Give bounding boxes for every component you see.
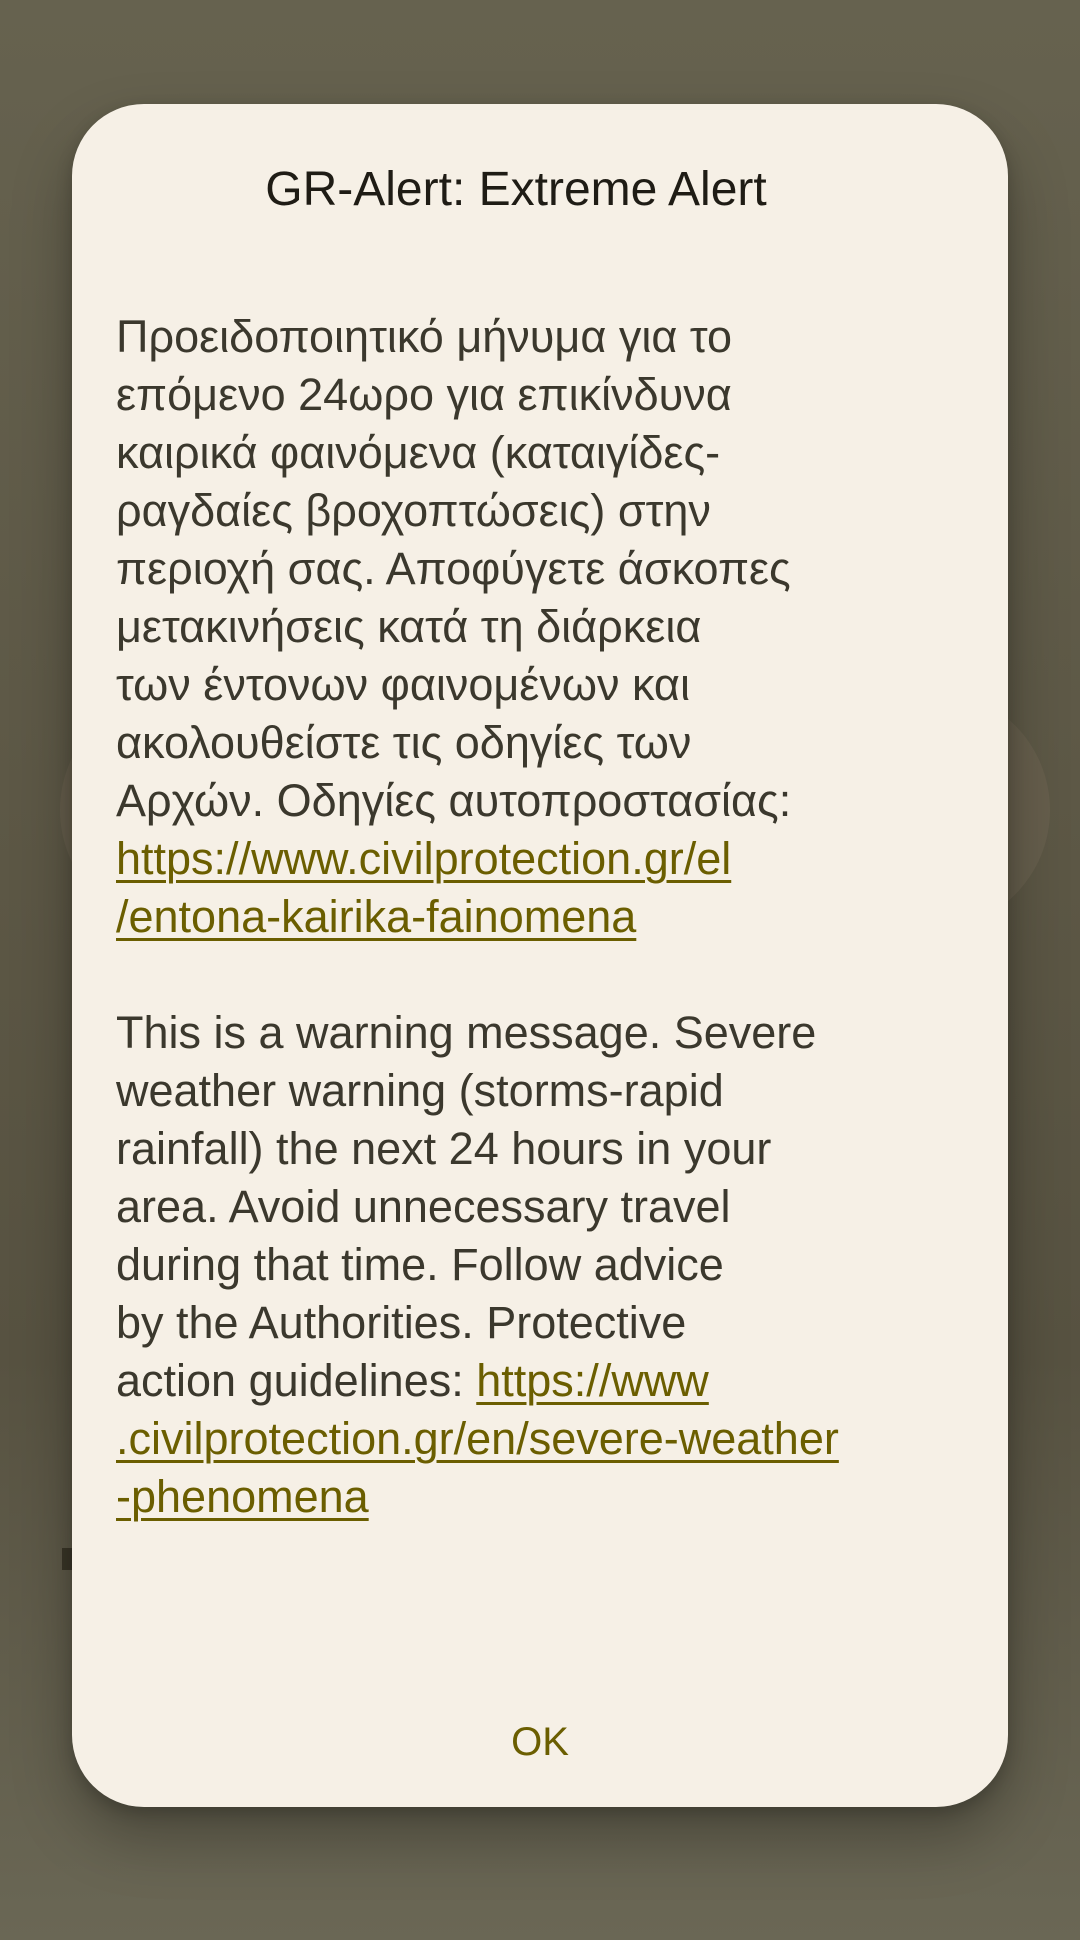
english-message-line: during that time. Follow advice xyxy=(116,1239,724,1290)
english-message-line: area. Avoid unnecessary travel xyxy=(116,1181,731,1232)
greek-message-line: Αρχών. Οδηγίες αυτοπροστασίας: xyxy=(116,775,792,826)
english-alert-message: This is a warning message. Severe weathe… xyxy=(116,1004,952,1532)
dialog-title: GR-Alert: Extreme Alert xyxy=(265,163,767,216)
english-guidelines-link[interactable]: .civilprotection.gr/en/severe-weather xyxy=(116,1410,952,1468)
english-message-line: by the Authorities. Protective xyxy=(116,1297,687,1348)
english-guidelines-link[interactable]: -phenomena xyxy=(116,1468,952,1532)
english-message-line-with-link: action guidelines: https://www xyxy=(116,1352,952,1410)
greek-message-line: περιοχή σας. Αποφύγετε άσκοπες xyxy=(116,543,791,594)
ok-button[interactable]: OK xyxy=(470,1712,610,1772)
english-guidelines-link-part[interactable]: .civilprotection.gr/en/severe-weather xyxy=(116,1413,839,1464)
english-guidelines-link-part[interactable]: https://www xyxy=(476,1355,709,1406)
greek-message-line: των έντονων φαινομένων και xyxy=(116,659,690,710)
greek-guidelines-link-part[interactable]: https://www.civilprotection.gr/el xyxy=(116,833,731,884)
greek-message-line: μετακινήσεις κατά τη διάρκεια xyxy=(116,601,702,652)
greek-message-line: ακολουθείστε τις οδηγίες των xyxy=(116,717,692,768)
greek-message-line: καιρικά φαινόμενα (καταιγίδες- xyxy=(116,427,721,478)
greek-guidelines-link-part[interactable]: /entona-kairika-fainomena xyxy=(116,891,636,942)
english-guidelines-link-part[interactable]: -phenomena xyxy=(116,1471,369,1522)
english-message-line: weather warning (storms-rapid xyxy=(116,1065,724,1116)
greek-message-line: Προειδοποιητικό μήνυμα για το xyxy=(116,311,733,362)
english-message-text: action guidelines: xyxy=(116,1355,477,1406)
greek-guidelines-link[interactable]: https://www.civilprotection.gr/el xyxy=(116,830,952,888)
greek-message-line: επόμενο 24ωρο για επικίνδυνα xyxy=(116,369,732,420)
greek-alert-message: Προειδοποιητικό μήνυμα για το επόμενο 24… xyxy=(116,308,952,946)
greek-guidelines-link[interactable]: /entona-kairika-fainomena xyxy=(116,888,952,946)
english-message-line: rainfall) the next 24 hours in your xyxy=(116,1123,772,1174)
greek-message-line: ραγδαίες βροχοπτώσεις) στην xyxy=(116,485,711,536)
english-message-line: This is a warning message. Severe xyxy=(116,1007,817,1058)
